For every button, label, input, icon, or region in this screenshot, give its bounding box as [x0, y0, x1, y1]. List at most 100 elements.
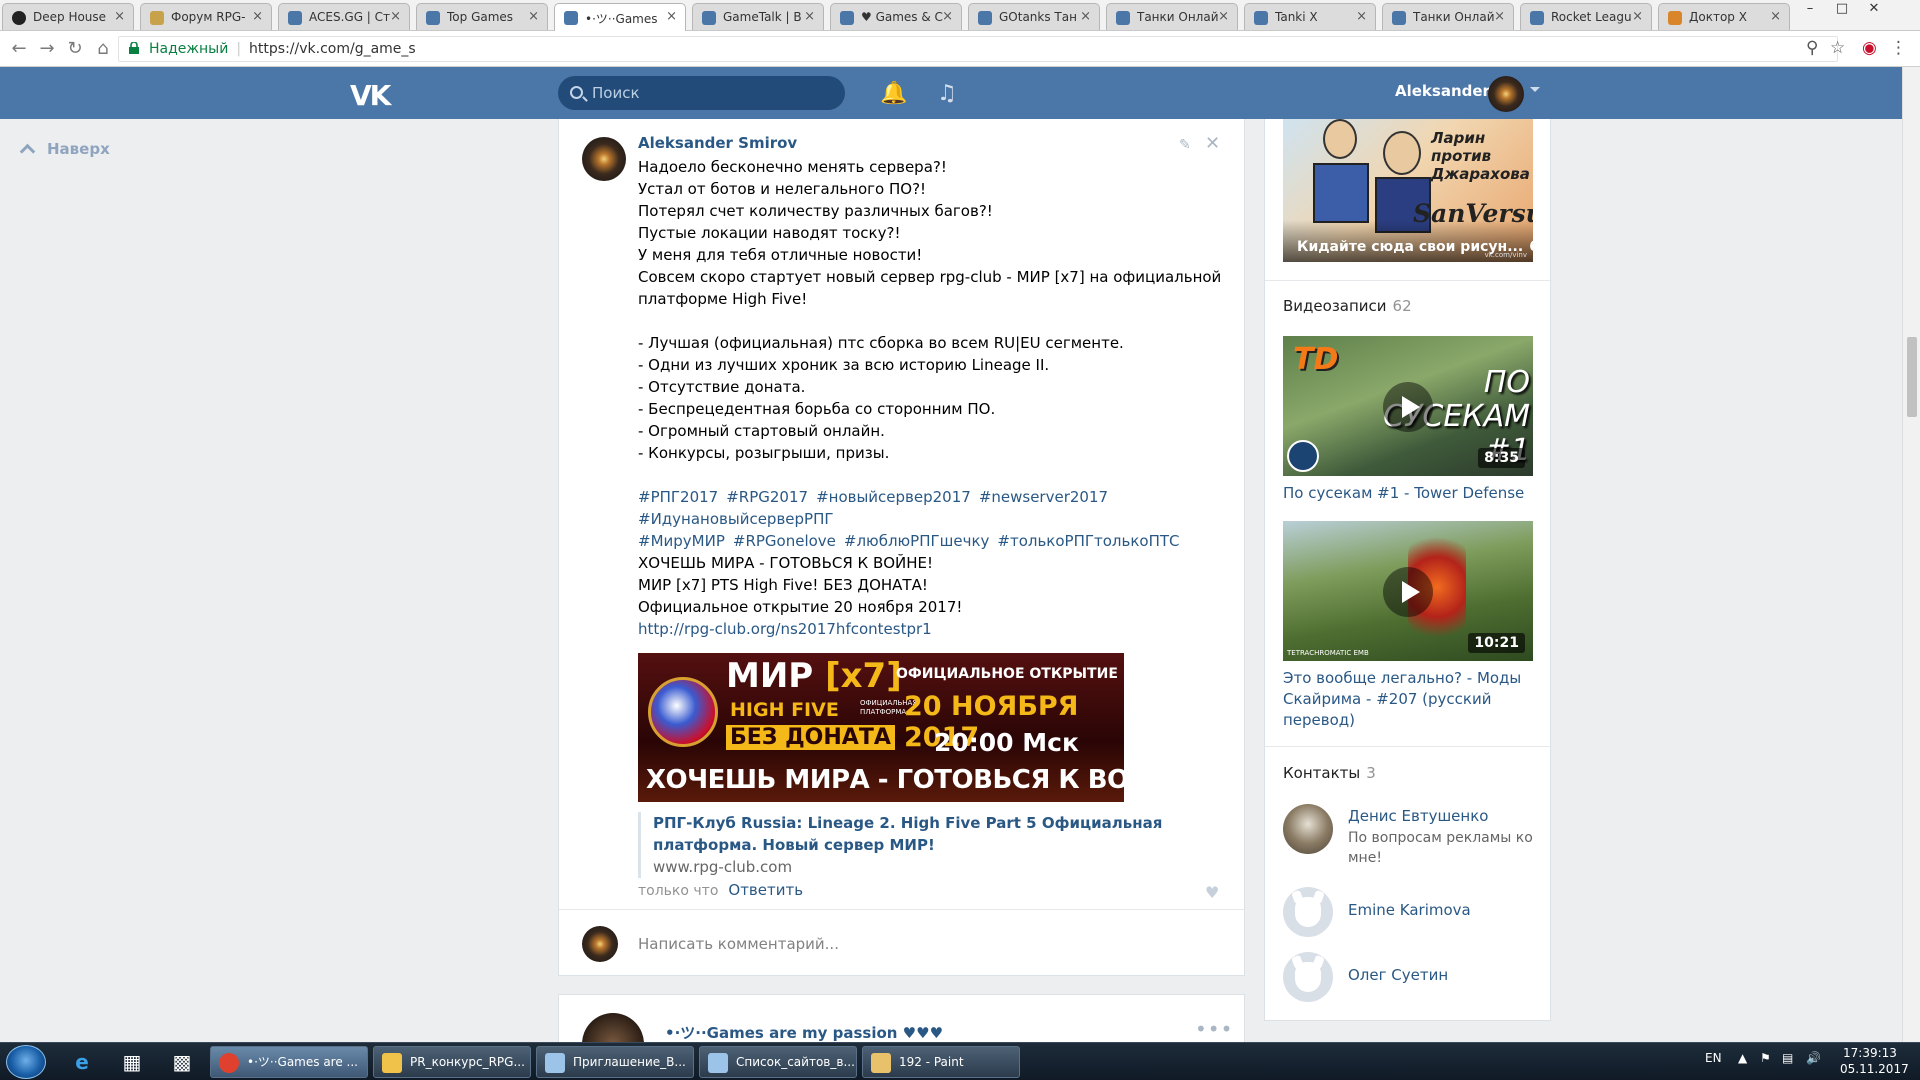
header-avatar[interactable] — [1488, 76, 1524, 112]
contact-avatar[interactable] — [1283, 887, 1333, 937]
hashtag-link[interactable]: #МируМИР — [638, 532, 725, 550]
page-scrollbar[interactable] — [1902, 67, 1920, 1042]
close-tab-icon[interactable]: × — [1218, 9, 1229, 24]
post-external-link[interactable]: http://rpg-club.org/ns2017hfcontestpr1 — [638, 620, 932, 638]
link-preview[interactable]: РПГ-Клуб Russia: Lineage 2. High Five Pa… — [638, 812, 1238, 878]
zoom-icon[interactable]: ⚲ — [1806, 38, 1818, 58]
comment-input[interactable]: Написать комментарий... — [638, 935, 839, 953]
close-tab-icon[interactable]: × — [252, 9, 263, 24]
contact-avatar[interactable] — [1283, 804, 1333, 854]
browser-tab[interactable]: Доктор Х × — [1658, 3, 1790, 30]
hashtag-link[interactable]: #RPG2017 — [726, 488, 808, 506]
close-tab-icon[interactable]: × — [1080, 9, 1091, 24]
back-icon[interactable]: ← — [8, 38, 30, 60]
action-center-flag-icon[interactable]: ⚑ — [1760, 1051, 1771, 1065]
post-banner-image[interactable]: МИР [x7] HIGH FIVE ОФИЦИАЛЬНАЯ ПЛАТФОРМА… — [638, 653, 1124, 802]
hashtag-link[interactable]: #RPGonelove — [733, 532, 836, 550]
contact-item[interactable]: Олег Суетин — [1283, 952, 1543, 1002]
contact-name[interactable]: Денис Евтушенко — [1348, 807, 1488, 825]
more-options-icon[interactable]: ••• — [1195, 1017, 1233, 1041]
video-title[interactable]: По сусекам #1 - Tower Defense — [1283, 483, 1533, 504]
play-icon[interactable] — [1383, 567, 1433, 617]
browser-tab[interactable]: Форум RPG- × — [140, 3, 272, 30]
browser-tab[interactable]: Tanki X × — [1244, 3, 1376, 30]
taskbar-task[interactable]: PR_конкурс_RPG... — [373, 1046, 531, 1078]
contact-avatar[interactable] — [1283, 952, 1333, 1002]
post-author-avatar[interactable] — [582, 137, 626, 181]
close-tab-icon[interactable]: × — [528, 9, 539, 24]
hashtag-link[interactable]: #newserver2017 — [979, 488, 1108, 506]
close-tab-icon[interactable]: × — [942, 9, 953, 24]
task-manager-icon[interactable]: ▦ — [110, 1046, 154, 1078]
contacts-heading[interactable]: Контакты 3 — [1283, 764, 1376, 782]
contact-item[interactable]: Денис Евтушенко По вопросам рекламы ко м… — [1283, 804, 1543, 866]
taskbar-task[interactable]: Приглашение_В... — [536, 1046, 694, 1078]
header-username[interactable]: Aleksander — [1395, 82, 1490, 100]
post-timestamp[interactable]: только что — [638, 883, 718, 899]
videos-heading[interactable]: Видеозаписи 62 — [1283, 297, 1412, 315]
delete-post-icon[interactable]: ✕ — [1205, 133, 1220, 154]
post-author-link[interactable]: Aleksander Smirov — [638, 134, 797, 152]
reload-icon[interactable]: ↻ — [64, 38, 86, 60]
close-tab-icon[interactable]: × — [666, 9, 677, 24]
url-text[interactable]: https://vk.com/g_ame_s — [249, 41, 416, 57]
address-bar[interactable]: Надежный | https://vk.com/g_ame_s — [118, 36, 1838, 62]
edit-pencil-icon[interactable]: ✎ — [1179, 137, 1191, 153]
browser-tab[interactable]: Top Games × — [416, 3, 548, 30]
clock-time[interactable]: 17:39:13 — [1843, 1046, 1897, 1060]
taskbar-task[interactable]: 192 - Paint — [862, 1046, 1020, 1078]
contact-item[interactable]: Emine Karimova — [1283, 887, 1543, 937]
photo-album-thumbnail[interactable]: Ларин против Джарахова SanVersus Кидайте… — [1283, 119, 1533, 262]
internet-explorer-icon[interactable]: e — [60, 1046, 104, 1078]
hashtag-link[interactable]: #люблюРПГшечку — [844, 532, 989, 550]
contact-name[interactable]: Олег Суетин — [1348, 966, 1448, 984]
browser-tab[interactable]: Rocket Leagu × — [1520, 3, 1652, 30]
browser-tab[interactable]: Deep House × — [2, 3, 134, 30]
minimize-icon[interactable]: – — [1795, 0, 1825, 20]
play-icon[interactable] — [1383, 382, 1433, 432]
reply-button[interactable]: Ответить — [728, 881, 803, 899]
close-tab-icon[interactable]: × — [1632, 9, 1643, 24]
browser-tab[interactable]: GOtanks Тан × — [968, 3, 1100, 30]
notifications-bell-icon[interactable]: 🔔 — [880, 81, 907, 106]
hashtag-link[interactable]: #ИдунановыйсерверРПГ — [638, 510, 834, 528]
start-button[interactable] — [6, 1045, 46, 1079]
hashtag-link[interactable]: #толькоРПГтолькоПТС — [997, 532, 1179, 550]
video-thumbnail[interactable]: TETRACHROMATIC EMB 10:21 — [1283, 521, 1533, 661]
vk-logo[interactable]: VK — [350, 79, 391, 112]
video-title[interactable]: Это вообще легально? - Моды Скайрима - #… — [1283, 668, 1533, 731]
close-tab-icon[interactable]: × — [390, 9, 401, 24]
close-tab-icon[interactable]: × — [1494, 9, 1505, 24]
clock-date[interactable]: 05.11.2017 — [1840, 1062, 1909, 1076]
forward-icon[interactable]: → — [36, 38, 58, 60]
browser-tab[interactable]: •·ツ··Games × — [554, 3, 686, 31]
search-input[interactable]: Поиск — [558, 76, 845, 110]
close-tab-icon[interactable]: × — [114, 9, 125, 24]
menu-icon[interactable]: ⋮ — [1890, 38, 1907, 58]
taskbar-task[interactable]: Список_сайтов_в... — [699, 1046, 857, 1078]
browser-tab[interactable]: Танки Онлай × — [1382, 3, 1514, 30]
scroll-to-top-link[interactable]: Наверх — [19, 140, 110, 160]
contact-name[interactable]: Emine Karimova — [1348, 901, 1471, 919]
extension-icon[interactable]: ◉ — [1862, 38, 1877, 58]
music-note-icon[interactable]: ♫ — [937, 81, 957, 106]
browser-tab[interactable]: ♥ Games & C × — [830, 3, 962, 30]
hashtag-link[interactable]: #новыйсервер2017 — [816, 488, 971, 506]
tray-expand-icon[interactable]: ▲ — [1738, 1051, 1747, 1065]
maximize-icon[interactable]: □ — [1827, 0, 1857, 20]
taskbar-task[interactable]: •·ツ··Games are ... — [210, 1046, 368, 1078]
scrollbar-thumb[interactable] — [1907, 337, 1917, 417]
network-icon[interactable]: ▤ — [1782, 1051, 1793, 1065]
close-window-icon[interactable]: ✕ — [1859, 0, 1889, 20]
link-preview-title[interactable]: РПГ-Клуб Russia: Lineage 2. High Five Pa… — [653, 812, 1238, 856]
language-indicator[interactable]: EN — [1705, 1051, 1722, 1065]
volume-icon[interactable]: 🔊 — [1806, 1051, 1821, 1065]
hashtag-link[interactable]: #РПГ2017 — [638, 488, 718, 506]
video-thumbnail[interactable]: TD ПО СУСЕКАМ #1 8:35 — [1283, 336, 1533, 476]
bookmark-star-icon[interactable]: ☆ — [1830, 38, 1845, 58]
close-tab-icon[interactable]: × — [804, 9, 815, 24]
home-icon[interactable]: ⌂ — [92, 38, 114, 60]
next-post-author[interactable]: •·ツ··Games are my passion ♥♥♥ — [665, 1022, 943, 1042]
browser-tab[interactable]: ACES.GG | Ст × — [278, 3, 410, 30]
browser-tab[interactable]: GameTalk | B × — [692, 3, 824, 30]
